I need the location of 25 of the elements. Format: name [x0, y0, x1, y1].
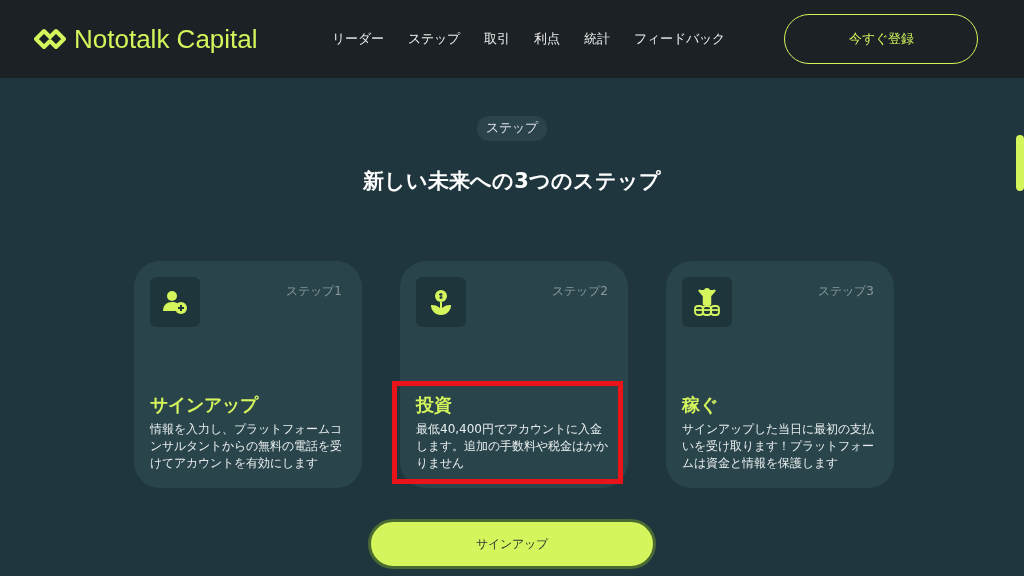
step-description: 情報を入力し、プラットフォームコンサルタントからの無料の電話を受けてアカウントを有効にします — [150, 421, 342, 472]
money-flower-icon — [430, 289, 452, 315]
step-label: ステップ3 — [818, 283, 874, 300]
nav-link[interactable]: フィードバック — [634, 30, 725, 48]
nav-link[interactable]: リーダー — [332, 30, 384, 48]
nav-link[interactable]: 統計 — [584, 30, 610, 48]
logo-text[interactable]: Nototalk Capital — [74, 23, 258, 55]
person-on-coins-icon — [693, 287, 721, 317]
step-description: 最低40,400円でアカウントに入金します。追加の手数料や税金はかかりません — [416, 421, 608, 472]
add-user-icon — [162, 289, 188, 315]
step-title: サインアップ — [150, 393, 260, 417]
scrollbar-thumb[interactable] — [1016, 135, 1024, 191]
signup-button[interactable]: サインアップ — [368, 519, 656, 569]
nav-link[interactable]: 取引 — [484, 30, 510, 48]
nav-link[interactable]: 利点 — [534, 30, 560, 48]
step-label: ステップ2 — [552, 283, 608, 300]
section-badge: ステップ — [477, 116, 547, 141]
step-description: サインアップした当日に最初の支払いを受け取ります！プラットフォームは資金と情報を保護します — [682, 421, 874, 472]
section-heading: 新しい未来への3つのステップ — [363, 168, 661, 195]
nav-link[interactable]: ステップ — [408, 30, 460, 48]
step-title: 稼ぐ — [682, 393, 719, 417]
step-label: ステップ1 — [286, 283, 342, 300]
register-button[interactable]: 今すぐ登録 — [784, 14, 978, 64]
logo-icon — [34, 28, 66, 50]
step-title: 投資 — [416, 393, 453, 417]
